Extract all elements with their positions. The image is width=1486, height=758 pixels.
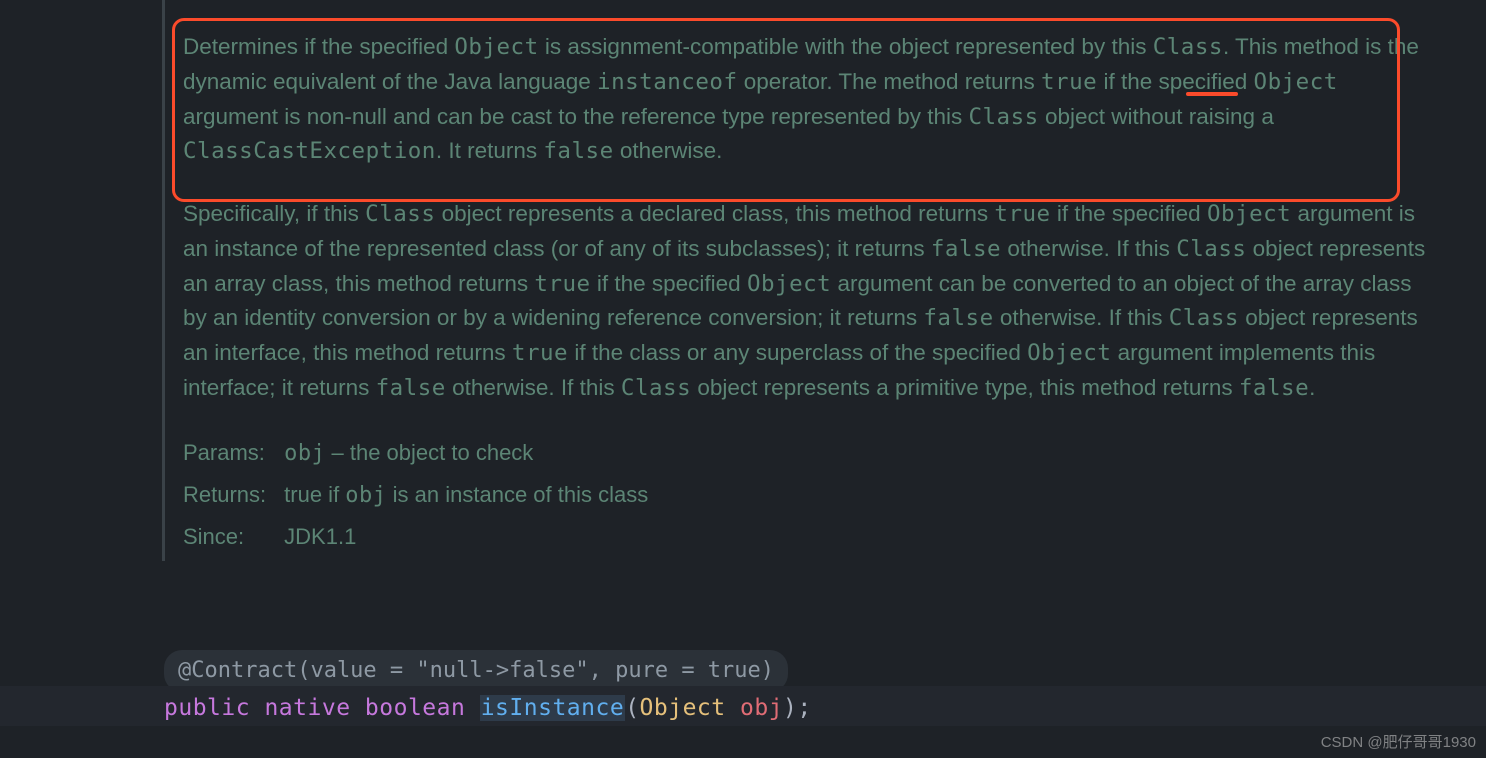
code-class: Class [365,201,435,227]
code-instanceof: instanceof [597,69,737,95]
code-line-method-signature[interactable]: public native boolean isInstance(Object … [0,686,1486,726]
code-object: Object [1254,69,1338,95]
text: . It returns [436,138,544,163]
text: true if [284,482,345,507]
semicolon: ; [797,695,811,721]
code-true: true [512,340,568,366]
javadoc-paragraph-1: Determines if the specified Object is as… [183,0,1458,169]
code-false: false [543,138,613,164]
since-row: Since: JDK1.1 [183,520,666,553]
text: Specifically, if this [183,201,365,226]
param-name-obj: obj [740,695,783,721]
code-object: Object [454,34,538,60]
code-object: Object [1207,201,1291,227]
params-row: Params: obj – the object to check [183,436,666,470]
returns-label: Returns: [183,478,284,512]
returns-value: true if obj is an instance of this class [284,478,666,512]
text: argument is non-null and can be cast to … [183,104,968,129]
code-true: true [534,271,590,297]
lparen: ( [625,695,639,721]
code-true: true [994,201,1050,227]
code-true: true [1041,69,1097,95]
code-class: Class [968,104,1038,130]
text: object represents a primitive type, this… [691,375,1239,400]
text: otherwise. If this [1001,236,1176,261]
code-class: Class [1153,34,1223,60]
rparen: ) [783,695,797,721]
keyword-public: public [164,695,250,721]
params-value: obj – the object to check [284,436,666,470]
text: object without raising a [1039,104,1274,129]
params-code-obj: obj [284,441,325,466]
returns-row: Returns: true if obj is an instance of t… [183,478,666,512]
text: . [1309,375,1315,400]
code-classcastexception: ClassCastException [183,138,436,164]
code-object: Object [1027,340,1111,366]
text: operator. The method returns [738,69,1042,94]
params-label: Params: [183,436,284,470]
code-false: false [923,305,993,331]
text: otherwise. If this [994,305,1169,330]
since-value: JDK1.1 [284,520,666,553]
returns-code-obj: obj [345,483,386,508]
text: Determines if the specified [183,34,454,59]
param-type-object: Object [640,695,726,721]
code-false: false [376,375,446,401]
code-false: false [1239,375,1309,401]
javadoc-tags: Params: obj – the object to check Return… [183,428,666,561]
watermark: CSDN @肥仔哥哥1930 [1321,732,1476,755]
method-name-isinstance: isInstance [480,695,625,721]
javadoc-paragraph-2: Specifically, if this Class object repre… [183,169,1458,406]
keyword-native: native [264,695,350,721]
code-object: Object [747,271,831,297]
keyword-boolean: boolean [365,695,465,721]
text: – the object to check [325,440,533,465]
text: is an instance of this class [387,482,649,507]
code-class: Class [1176,236,1246,262]
text: if the specified [1051,201,1207,226]
code-false: false [931,236,1001,262]
text: otherwise. [614,138,723,163]
code-class: Class [621,375,691,401]
since-label: Since: [183,520,284,553]
javadoc-panel: Determines if the specified Object is as… [162,0,1458,561]
text: if the specified [1097,69,1253,94]
text: if the specified [591,271,747,296]
text: is assignment-compatible with the object… [539,34,1153,59]
code-class: Class [1169,305,1239,331]
text: if the class or any superclass of the sp… [568,340,1027,365]
text: otherwise. If this [446,375,621,400]
text: object represents a declared class, this… [435,201,994,226]
